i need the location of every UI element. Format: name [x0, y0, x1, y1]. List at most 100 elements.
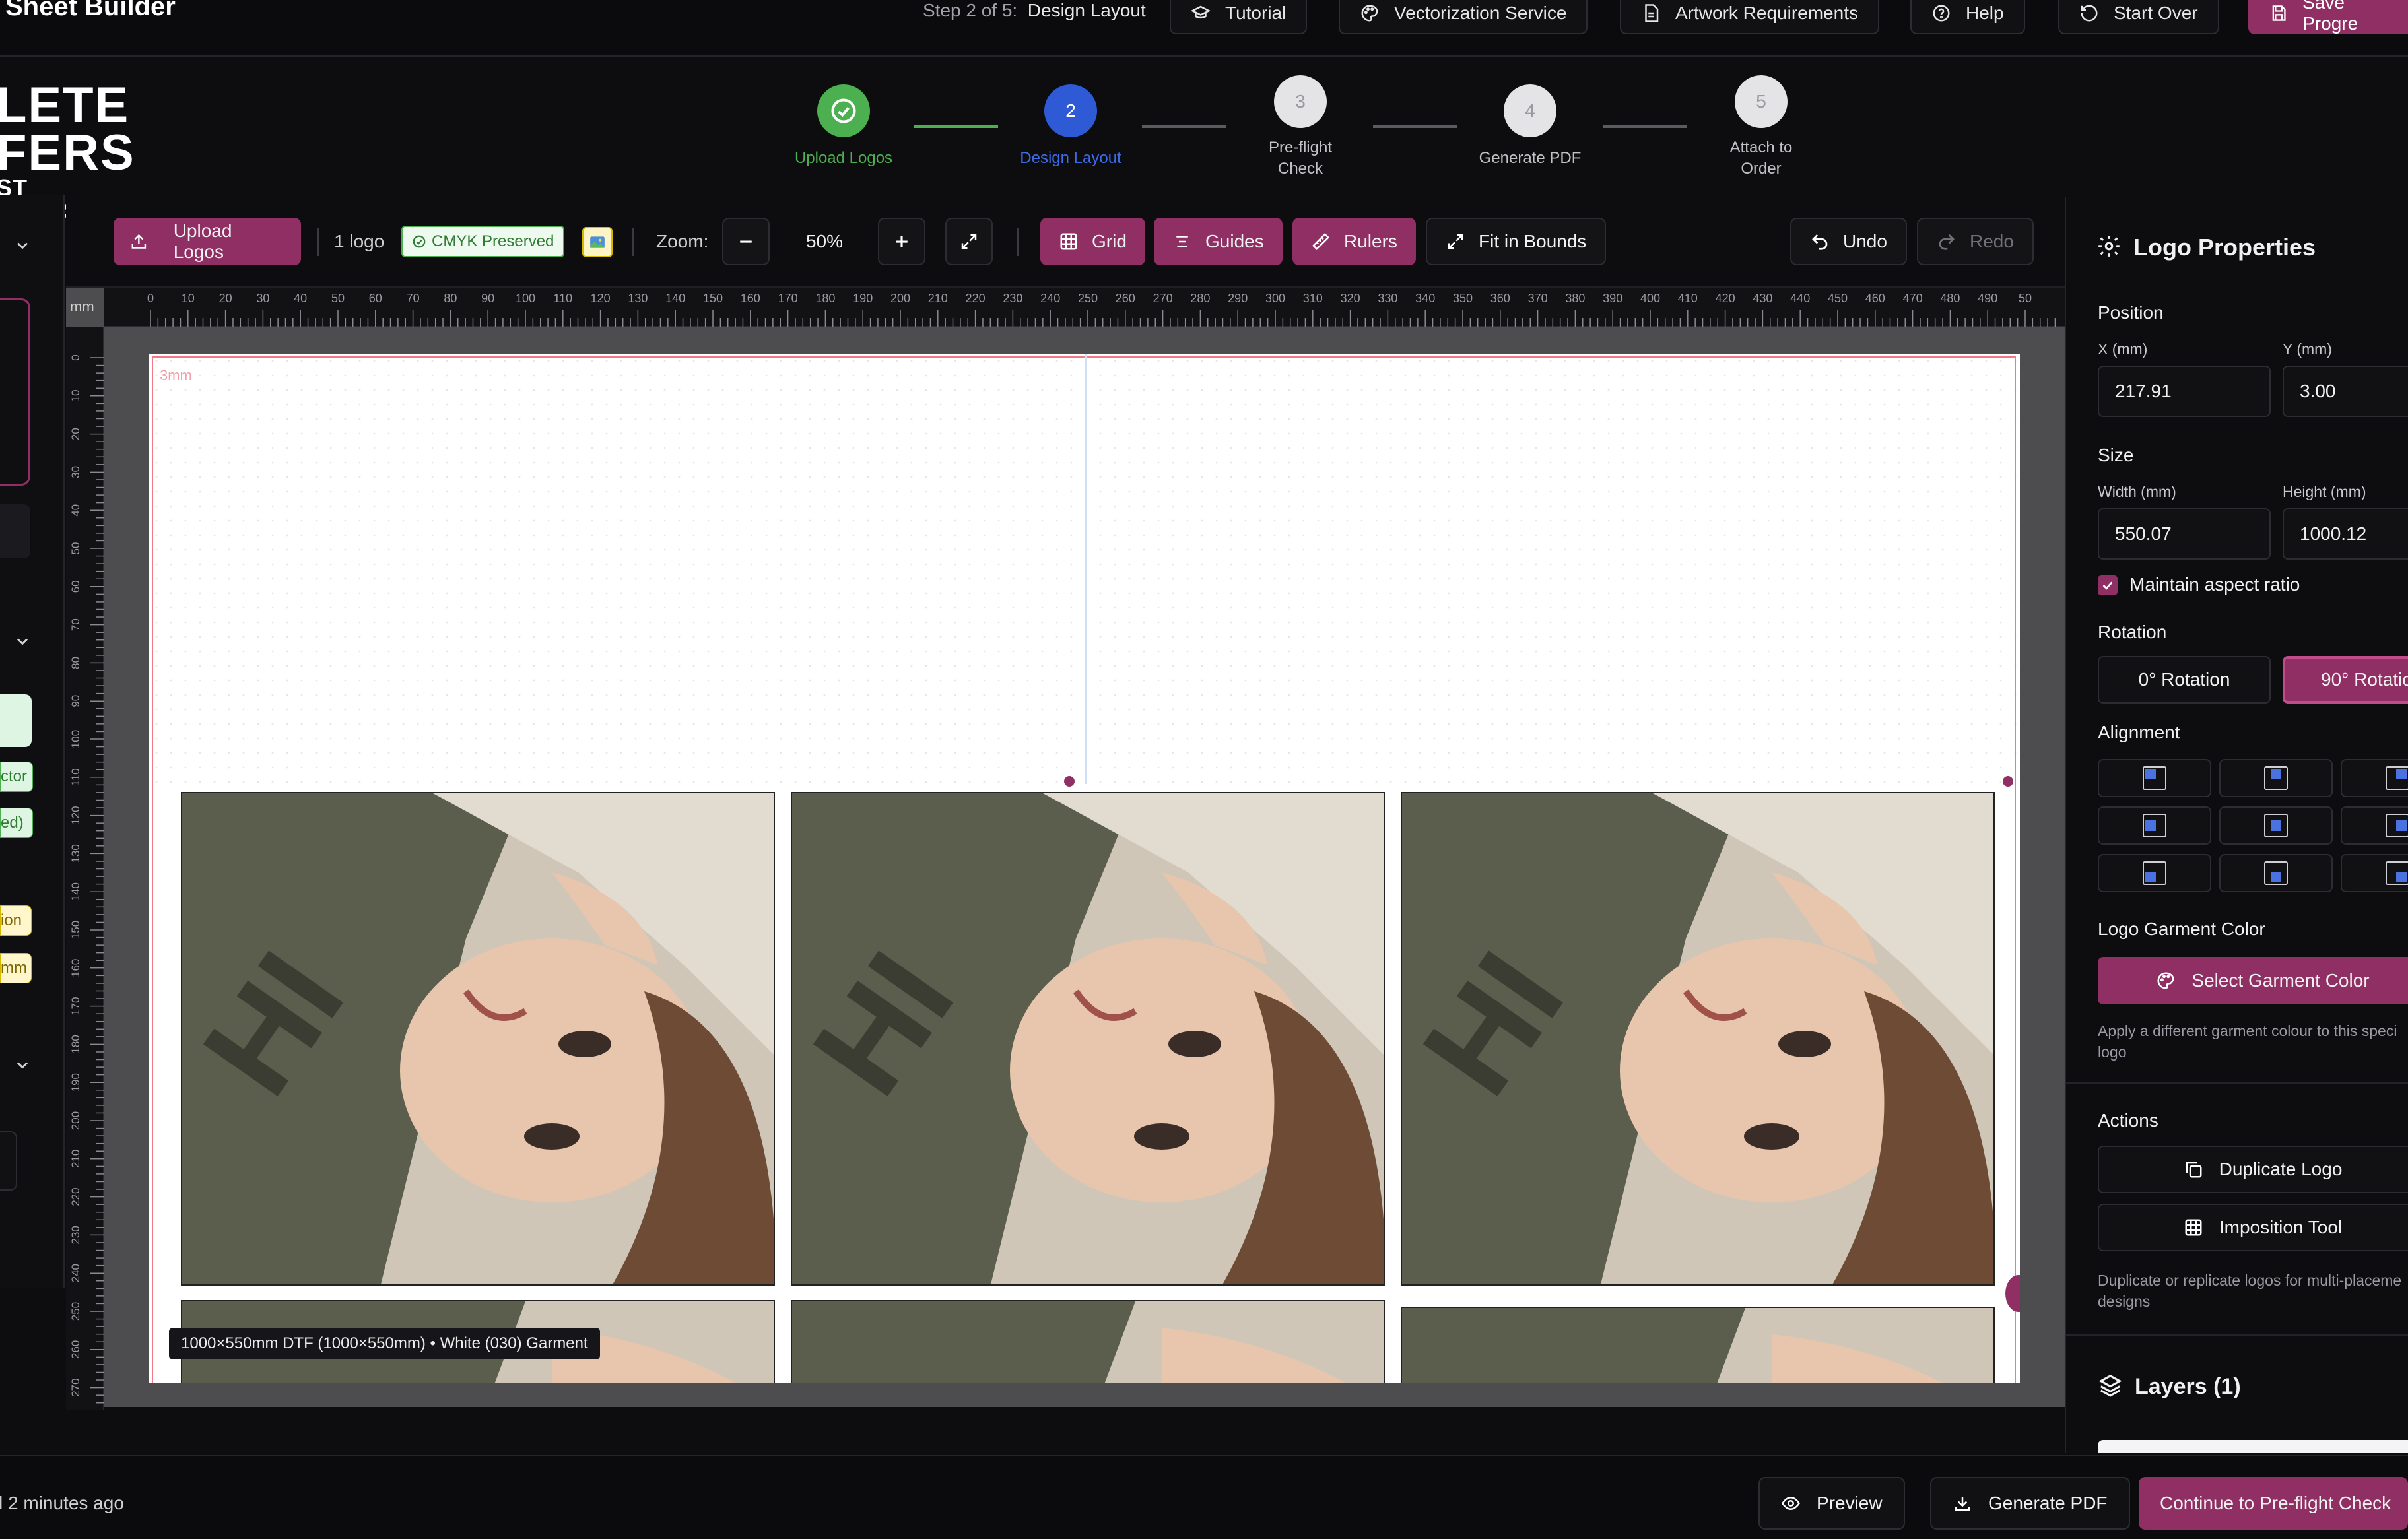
generate-pdf-button[interactable]: Generate PDF: [1930, 1477, 2130, 1530]
align-middle-left-button[interactable]: [2098, 806, 2211, 845]
step-5-circle[interactable]: 5: [1735, 75, 1788, 128]
vectorization-service-button[interactable]: Vectorization Service: [1339, 0, 1588, 34]
redo-button[interactable]: Redo: [1917, 218, 2034, 265]
align-top-center-button[interactable]: [2219, 759, 2333, 797]
help-button[interactable]: Help: [1910, 0, 2025, 34]
upload-logos-button[interactable]: Upload Logos: [114, 218, 301, 265]
align-bottom-right-button[interactable]: [2341, 854, 2408, 892]
step-1-label: Upload Logos: [794, 149, 893, 167]
ruler-tick-label: 350: [1453, 292, 1473, 305]
maximize-icon: [1448, 234, 1463, 249]
upload-logos-label: Upload Logos: [173, 220, 232, 262]
chevron-down-icon[interactable]: [13, 1056, 32, 1074]
selection-handle[interactable]: [2005, 1275, 2020, 1312]
logo-image-tile[interactable]: HI: [1401, 792, 1995, 1286]
save-progress-button[interactable]: Save Progre: [2248, 0, 2408, 34]
guides-toggle-button[interactable]: Guides: [1154, 218, 1283, 265]
left-panel-tag-4: mm: [0, 953, 32, 983]
undo-button[interactable]: Undo: [1790, 218, 1907, 265]
layer-item[interactable]: [2098, 1440, 2408, 1453]
imposition-tool-button[interactable]: Imposition Tool: [2098, 1204, 2408, 1251]
y-position-input[interactable]: 3.00: [2283, 366, 2408, 417]
palette-icon: [1361, 5, 1378, 22]
selection-handle[interactable]: [2003, 776, 2013, 787]
align-marker: [2271, 769, 2281, 779]
selection-handle[interactable]: [1064, 776, 1075, 787]
fullscreen-button[interactable]: [945, 218, 993, 265]
logo-image-tile[interactable]: [791, 1300, 1385, 1383]
last-saved-text: l 2 minutes ago: [0, 1493, 124, 1513]
generate-pdf-label: Generate PDF: [1988, 1493, 2108, 1513]
upload-drop-zone[interactable]: [0, 298, 30, 486]
step-2-label: Design Layout: [1020, 149, 1121, 167]
align-bottom-center-button[interactable]: [2219, 854, 2333, 892]
ruler-tick-label: 340: [1415, 292, 1435, 305]
guides-label: Guides: [1205, 231, 1264, 251]
zoom-out-button[interactable]: [722, 218, 770, 265]
photo-child-image: HI: [792, 793, 1384, 1284]
step-2-circle[interactable]: 2: [1044, 84, 1097, 137]
panel-divider: [2066, 1334, 2408, 1336]
step-connector-2: [1142, 125, 1226, 128]
chevron-down-icon[interactable]: [13, 236, 32, 255]
align-middle-right-button[interactable]: [2341, 806, 2408, 845]
artwork-requirements-button[interactable]: Artwork Requirements: [1620, 0, 1879, 34]
width-input[interactable]: 550.07: [2098, 508, 2271, 560]
preview-button[interactable]: Preview: [1758, 1477, 1905, 1530]
ruler-tick-label: 380: [1565, 292, 1585, 305]
align-middle-center-button[interactable]: [2219, 806, 2333, 845]
document-icon: [1645, 4, 1659, 22]
x-position-input[interactable]: 217.91: [2098, 366, 2271, 417]
start-over-label: Start Over: [2114, 3, 2198, 23]
ruler-tick-label: 280: [1190, 292, 1210, 305]
align-top-left-button[interactable]: [2098, 759, 2211, 797]
step-1-circle[interactable]: [817, 84, 870, 137]
duplicate-logo-button[interactable]: Duplicate Logo: [2098, 1146, 2408, 1193]
align-top-right-button[interactable]: [2341, 759, 2408, 797]
ruler-tick-label: 150: [69, 921, 82, 939]
photo-child-image: [1402, 1308, 1993, 1383]
align-bottom-left-button[interactable]: [2098, 854, 2211, 892]
panel-title: Logo Properties: [2133, 234, 2316, 261]
align-top-right-icon: [2386, 766, 2408, 790]
ruler-tick-label: 130: [69, 844, 82, 863]
zoom-in-button[interactable]: [878, 218, 925, 265]
rotation-label: Rotation: [2098, 622, 2167, 642]
select-garment-color-button[interactable]: Select Garment Color: [2098, 957, 2408, 1004]
layers-title: Layers (1): [2135, 1374, 2241, 1399]
ruler-tick-label: 180: [69, 1035, 82, 1053]
print-sheet[interactable]: 3mm HI HI HI 1000×550mm DTF (1000×550mm)…: [149, 354, 2020, 1383]
ruler-tick-label: 120: [69, 806, 82, 824]
left-panel-input[interactable]: [0, 1131, 17, 1191]
vertical-ruler-ticks: 0 10 20 30 40 50 60 70 80 90 100 110 120 130 140 150 160…: [69, 354, 104, 1404]
tutorial-button[interactable]: Tutorial: [1170, 0, 1308, 34]
step-connector-4: [1603, 125, 1687, 128]
step-5-label: Attach to Order: [1729, 139, 1793, 178]
fit-in-bounds-button[interactable]: Fit in Bounds: [1426, 218, 1607, 265]
rotation-90-button[interactable]: 90° Rotatio: [2283, 656, 2408, 704]
rotation-0-button[interactable]: 0° Rotation: [2098, 656, 2271, 704]
step-4-circle[interactable]: 4: [1504, 84, 1556, 137]
y-label: Y (mm): [2283, 341, 2332, 358]
grid-toggle-button[interactable]: Grid: [1040, 218, 1145, 265]
step-name: Design Layout: [1027, 0, 1146, 20]
ruler-tick-label: 100: [516, 292, 535, 305]
ruler-tick-label: 50: [69, 542, 82, 555]
height-input[interactable]: 1000.12: [2283, 508, 2408, 560]
chevron-down-icon[interactable]: [13, 632, 32, 651]
rulers-toggle-button[interactable]: Rulers: [1292, 218, 1416, 265]
step-3-circle[interactable]: 3: [1274, 75, 1327, 128]
ruler-tick-label: 20: [69, 428, 82, 440]
ruler-tick-label: 50: [2019, 292, 2032, 305]
ruler-tick-label: 220: [69, 1187, 82, 1206]
undo-icon: [1812, 234, 1828, 250]
logo-image-tile[interactable]: HI: [181, 792, 775, 1286]
continue-preflight-button[interactable]: Continue to Pre-flight Check: [2139, 1477, 2408, 1530]
maintain-aspect-checkbox[interactable]: [2098, 575, 2118, 595]
logo-image-tile[interactable]: [1401, 1307, 1995, 1383]
ruler-tick-label: 40: [69, 504, 82, 517]
logo-count: 1 logo: [334, 231, 385, 251]
ruler-tick-label: 300: [1265, 292, 1285, 305]
logo-image-tile[interactable]: HI: [791, 792, 1385, 1286]
start-over-button[interactable]: Start Over: [2058, 0, 2219, 34]
